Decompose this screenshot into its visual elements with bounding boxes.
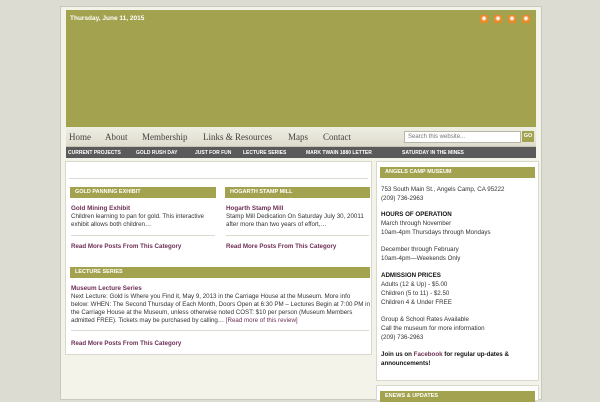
site-header: Thursday, June 11, 2015 ◉ ◉ ◉ ◉	[66, 10, 536, 127]
facebook-callout: Join us on Facebook for regular up-dates…	[381, 351, 537, 359]
group-info: Call the museum for more information	[381, 325, 485, 332]
read-more-review-link[interactable]: [Read more of this review]	[226, 317, 298, 324]
rss-icon[interactable]: ◉	[480, 15, 488, 23]
museum-address: 753 South Main St., Angels Camp, CA 9522…	[381, 186, 505, 193]
join-suffix: for regular up-dates &	[442, 351, 509, 358]
gold-mining-excerpt-2: exhibit allows both children…	[71, 221, 152, 228]
divider	[69, 178, 368, 179]
nav-contact[interactable]: Contact	[323, 132, 351, 142]
join-line-2: announcements!	[381, 360, 431, 367]
sidebar: ANGELS CAMP MUSEUM 753 South Main St., A…	[376, 161, 539, 381]
subnav-current-projects[interactable]: CURRENT PROJECTS	[68, 150, 121, 156]
subnav-mark-twain[interactable]: MARK TWAIN 1880 LETTER	[306, 150, 372, 156]
subnav-just-for-fun[interactable]: JUST FOR FUN	[195, 150, 231, 156]
price-adults: Adults (12 & Up) - $5.00	[381, 281, 448, 288]
enews-heading-bar: ENEWS & UPDATES	[380, 391, 535, 402]
sub-nav: CURRENT PROJECTS GOLD RUSH DAY JUST FOR …	[66, 147, 536, 158]
group-rates: Group & School Rates Available	[381, 316, 469, 323]
header-date: Thursday, June 11, 2015	[70, 15, 145, 22]
enews-box: ENEWS & UPDATES	[376, 385, 539, 402]
hours-heading: HOURS OF OPERATION	[381, 211, 452, 218]
hogarth-excerpt-2: after more than two years of effort,…	[226, 221, 327, 228]
lecture-more-link[interactable]: Read More Posts From This Category	[71, 340, 181, 347]
hours-line-3: December through February	[381, 246, 459, 253]
museum-heading-bar: ANGELS CAMP MUSEUM	[380, 167, 535, 178]
content-column: GOLD PANNING EXHIBIT Gold Mining Exhibit…	[65, 161, 372, 355]
nav-home[interactable]: Home	[69, 132, 91, 142]
page-wrapper: Thursday, June 11, 2015 ◉ ◉ ◉ ◉ Home Abo…	[60, 6, 542, 402]
lecture-post-title[interactable]: Museum Lecture Series	[71, 285, 142, 292]
museum-phone-2: (209) 736-2963	[381, 334, 424, 341]
gold-panning-more-link[interactable]: Read More Posts From This Category	[71, 243, 181, 250]
hogarth-post-title[interactable]: Hogarth Stamp Mill	[226, 205, 283, 212]
divider	[71, 330, 369, 331]
hogarth-heading-bar: HOGARTH STAMP MILL	[225, 187, 370, 198]
price-under-4: Children 4 & Under FREE	[381, 299, 452, 306]
join-prefix: Join us on	[381, 351, 414, 358]
lecture-heading-bar: LECTURE SERIES	[70, 267, 370, 278]
gold-mining-post-title[interactable]: Gold Mining Exhibit	[71, 205, 130, 212]
museum-heading: ANGELS CAMP MUSEUM	[385, 169, 452, 175]
social-icons: ◉ ◉ ◉ ◉	[480, 15, 530, 23]
prices-heading: ADMISSION PRICES	[381, 272, 441, 279]
hours-line-2: 10am-4pm Thursdays through Mondays	[381, 229, 491, 236]
hours-line-1: March through November	[381, 220, 452, 227]
hogarth-more-link[interactable]: Read More Posts From This Category	[226, 243, 336, 250]
rss-icon[interactable]: ◉	[522, 15, 530, 23]
price-children: Children (5 to 11) - $2.50	[381, 290, 450, 297]
divider	[226, 235, 369, 236]
lecture-line-4: admitted FREE). Tickets may be purchased…	[71, 317, 298, 325]
main-nav: Home About Membership Links & Resources …	[66, 127, 536, 147]
facebook-link[interactable]: Facebook	[414, 351, 443, 358]
lecture-line-4-text: admitted FREE). Tickets may be purchased…	[71, 317, 225, 324]
museum-phone: (209) 736-2963	[381, 195, 424, 202]
subnav-lecture-series[interactable]: LECTURE SERIES	[243, 150, 286, 156]
divider	[71, 235, 215, 236]
subnav-gold-rush-day[interactable]: GOLD RUSH DAY	[136, 150, 178, 156]
gold-panning-heading-bar: GOLD PANNING EXHIBIT	[70, 187, 216, 198]
nav-about[interactable]: About	[105, 132, 128, 142]
nav-links-resources[interactable]: Links & Resources	[203, 132, 272, 142]
gold-panning-heading: GOLD PANNING EXHIBIT	[75, 189, 141, 195]
rss-icon[interactable]: ◉	[494, 15, 502, 23]
search-go-button[interactable]: GO	[522, 131, 534, 142]
search-input[interactable]: Search this website...	[404, 131, 521, 143]
nav-membership[interactable]: Membership	[142, 132, 188, 142]
lecture-heading: LECTURE SERIES	[75, 269, 123, 275]
rss-icon[interactable]: ◉	[508, 15, 516, 23]
hours-line-4: 10am-4pm—Weekends Only	[381, 255, 461, 262]
hogarth-heading: HOGARTH STAMP MILL	[230, 189, 293, 195]
nav-maps[interactable]: Maps	[288, 132, 308, 142]
enews-heading: ENEWS & UPDATES	[385, 393, 439, 399]
subnav-saturday-mines[interactable]: SATURDAY IN THE MINES	[402, 150, 464, 156]
